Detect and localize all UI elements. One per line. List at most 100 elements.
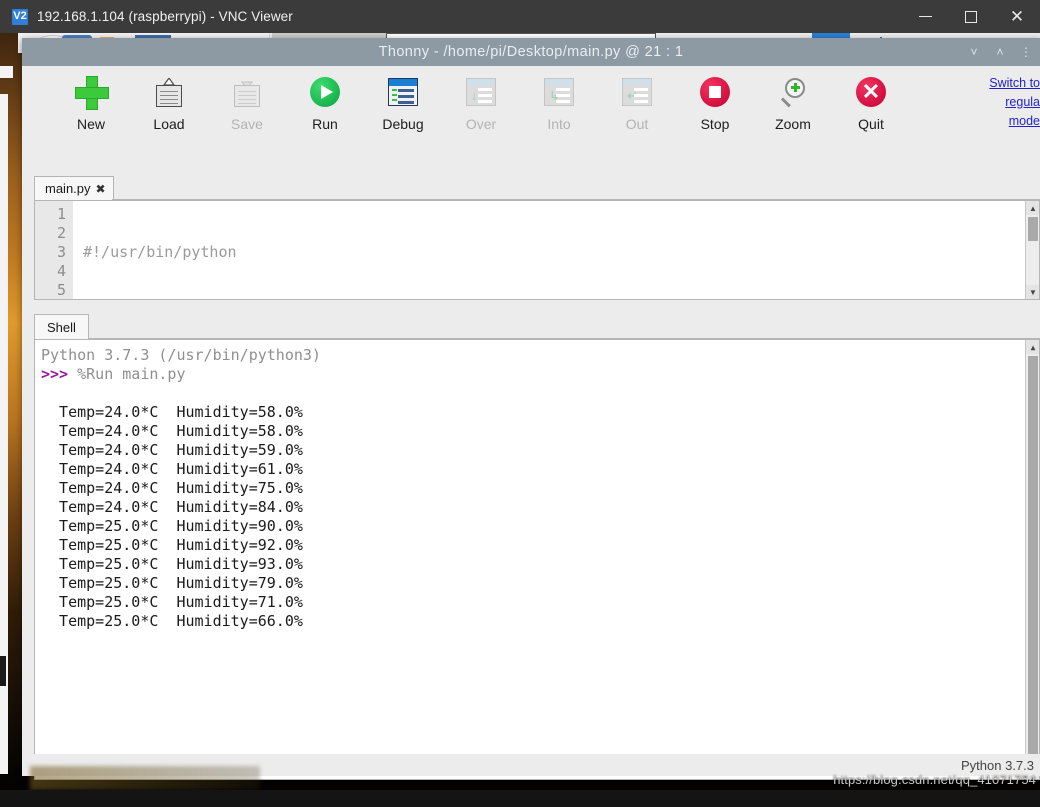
close-icon[interactable]: ✕	[994, 0, 1040, 33]
chevron-up-icon[interactable]: ˄	[994, 46, 1006, 58]
line-number: 5	[56, 281, 66, 299]
line-number: 1	[56, 205, 66, 223]
shell-output-line: Temp=24.0*C Humidity=61.0%	[41, 460, 303, 478]
watermark-text: https://blog.csdn.net/qq_41071754	[833, 772, 1036, 787]
close-icon[interactable]: ✖	[96, 182, 106, 196]
switch-mode-line-1: Switch to	[989, 76, 1040, 90]
scroll-up-icon[interactable]: ▲	[1026, 201, 1039, 215]
save-disk-icon	[229, 74, 265, 110]
editor-tab-main-py[interactable]: main.py ✖	[34, 176, 114, 200]
stop-button[interactable]: Stop	[676, 74, 754, 132]
editor-text-area[interactable]: 1 2 3 4 5 #!/usr/bin/python # *-*- codin…	[34, 200, 1040, 300]
vnc-app-icon: V2	[12, 8, 28, 25]
editor-vertical-scrollbar[interactable]: ▲ ▼	[1025, 201, 1039, 299]
step-into-button-label: Into	[547, 116, 571, 132]
magnifier-plus-icon	[775, 74, 811, 110]
step-out-icon: ↵	[619, 74, 655, 110]
quit-button-label: Quit	[858, 116, 884, 132]
shell-output-line: Temp=24.0*C Humidity=58.0%	[41, 422, 303, 440]
shell-output-line: Temp=25.0*C Humidity=71.0%	[41, 593, 303, 611]
step-over-button-label: Over	[465, 116, 497, 132]
vnc-window-title: 192.168.1.104 (raspberrypi) - VNC Viewer	[37, 9, 293, 24]
remote-desktop-canvas[interactable]: Thonny - /home/pi/Desktop/main.py @ 21 :…	[0, 33, 1040, 790]
shell-blank-line	[41, 384, 1039, 403]
zoom-button[interactable]: Zoom	[754, 74, 832, 132]
step-into-icon: ↳	[541, 74, 577, 110]
scrollbar-thumb[interactable]	[1028, 217, 1038, 241]
step-over-button[interactable]: ↓ Over	[442, 74, 520, 132]
stop-button-label: Stop	[700, 116, 730, 132]
scroll-up-icon[interactable]: ▲	[1026, 340, 1039, 354]
shell-tab-label: Shell	[47, 319, 76, 335]
shell-tabbar: Shell	[34, 312, 1040, 339]
shell-vertical-scrollbar[interactable]: ▲ ▼	[1025, 340, 1039, 779]
shell-prompt: >>>	[41, 365, 69, 383]
scroll-down-icon[interactable]: ▼	[1026, 285, 1039, 299]
thonny-titlebar[interactable]: Thonny - /home/pi/Desktop/main.py @ 21 :…	[22, 38, 1040, 66]
plus-icon	[73, 74, 109, 110]
load-button-label: Load	[153, 116, 185, 132]
shell-output-line: Temp=25.0*C Humidity=92.0%	[41, 536, 303, 554]
more-options-icon[interactable]: ⋮	[1020, 46, 1032, 58]
taskbar-glow	[30, 766, 260, 790]
editor-tabbar: main.py ✖	[34, 174, 1040, 200]
editor-line-numbers: 1 2 3 4 5	[35, 201, 73, 299]
thonny-window: Thonny - /home/pi/Desktop/main.py @ 21 :…	[22, 38, 1040, 780]
left-edge-panel-3	[0, 656, 6, 686]
step-into-button[interactable]: ↳ Into	[520, 74, 598, 132]
step-out-button[interactable]: ↵ Out	[598, 74, 676, 132]
step-over-icon: ↓	[463, 74, 499, 110]
vnc-titlebar: V2 192.168.1.104 (raspberrypi) - VNC Vie…	[0, 0, 1040, 33]
code-line: #!/usr/bin/python	[83, 243, 237, 261]
new-button[interactable]: New	[52, 74, 130, 132]
zoom-button-label: Zoom	[775, 116, 811, 132]
play-icon	[307, 74, 343, 110]
switch-mode-line-3: mode	[1008, 114, 1040, 128]
shell-command: %Run main.py	[77, 365, 186, 383]
thonny-toolbar: New Load Save Run Debug ↓ Over ↳ Into ↵ …	[22, 66, 1040, 144]
line-number: 2	[56, 224, 66, 242]
shell-output-line: Temp=24.0*C Humidity=59.0%	[41, 441, 303, 459]
editor-tab-label: main.py	[45, 181, 91, 196]
debug-icon	[385, 74, 421, 110]
shell-tab[interactable]: Shell	[34, 314, 89, 339]
load-button[interactable]: Load	[130, 74, 208, 132]
quit-x-icon: ✕	[853, 74, 889, 110]
shell-output-area[interactable]: Python 3.7.3 (/usr/bin/python3) >>> %Run…	[34, 339, 1040, 780]
debug-button[interactable]: Debug	[364, 74, 442, 132]
thonny-window-title: Thonny - /home/pi/Desktop/main.py @ 21 :…	[378, 44, 684, 60]
vnc-viewer-window: V2 192.168.1.104 (raspberrypi) - VNC Vie…	[0, 0, 1040, 790]
scrollbar-thumb[interactable]	[1028, 356, 1038, 763]
run-button[interactable]: Run	[286, 74, 364, 132]
shell-banner: Python 3.7.3 (/usr/bin/python3)	[41, 346, 321, 364]
taskbar[interactable]	[0, 790, 1040, 807]
new-button-label: New	[76, 116, 105, 132]
switch-mode-line-2: regula	[1005, 95, 1040, 109]
thonny-title-controls: ˅ ˄ ⋮	[968, 38, 1036, 66]
left-edge-panel-1	[0, 66, 13, 78]
quit-button[interactable]: ✕ Quit	[832, 74, 910, 132]
stop-icon	[697, 74, 733, 110]
close-glyph: ✕	[1009, 7, 1025, 26]
shell-output-line: Temp=25.0*C Humidity=93.0%	[41, 555, 303, 573]
editor-panel: main.py ✖ 1 2 3 4 5 #!/usr/bin/python ▲ …	[34, 174, 1040, 302]
minimize-icon[interactable]	[902, 0, 948, 33]
shell-panel: Shell Python 3.7.3 (/usr/bin/python3) >>…	[34, 312, 1040, 780]
chevron-down-icon[interactable]: ˅	[968, 46, 980, 58]
left-edge-windows	[0, 66, 18, 790]
maximize-icon[interactable]	[948, 0, 994, 33]
shell-output-line: Temp=24.0*C Humidity=84.0%	[41, 498, 303, 516]
save-button-label: Save	[231, 116, 263, 132]
line-number: 3	[56, 243, 66, 261]
shell-output-line: Temp=24.0*C Humidity=75.0%	[41, 479, 303, 497]
editor-code-lines: #!/usr/bin/python # *-*- coding:utf-8 -*…	[73, 201, 1039, 299]
line-number: 4	[56, 262, 66, 280]
switch-to-regular-mode-link[interactable]: Switch to regula mode	[982, 74, 1040, 131]
run-button-label: Run	[312, 116, 338, 132]
folder-open-icon	[151, 74, 187, 110]
status-python-version: Python 3.7.3	[961, 757, 1034, 773]
shell-output-line: Temp=24.0*C Humidity=58.0%	[41, 403, 303, 421]
shell-output-line: Temp=25.0*C Humidity=79.0%	[41, 574, 303, 592]
debug-button-label: Debug	[382, 116, 424, 132]
save-button[interactable]: Save	[208, 74, 286, 132]
